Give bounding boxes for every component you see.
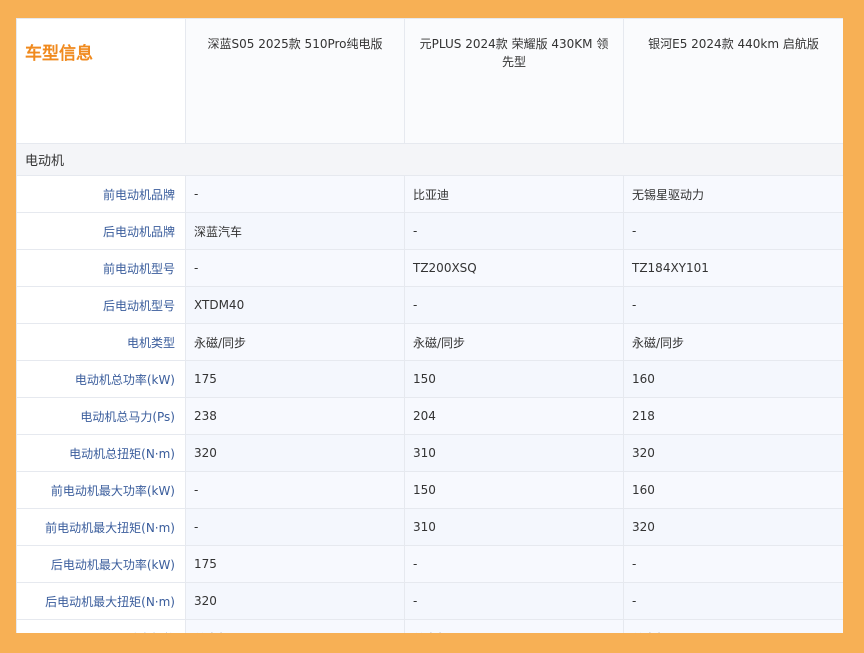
spec-value-car-2: 204 xyxy=(404,397,624,435)
spec-value-car-3: 无锡星驱动力 xyxy=(623,175,843,213)
spec-row: 后电动机最大功率(kW) 175- - xyxy=(16,545,843,583)
spec-value-car-2: - xyxy=(404,582,624,620)
spec-row: 前电动机品牌 - 比亚迪 无锡星驱动力 xyxy=(16,175,843,213)
spec-row: 后电动机最大扭矩(N·m) 320- - xyxy=(16,582,843,620)
spec-value-car-2: TZ200XSQ xyxy=(404,249,624,287)
spec-value-car-3: 320 xyxy=(623,434,843,472)
spec-row: 后电动机品牌 深蓝汽车 - - xyxy=(16,212,843,250)
spec-comparison-panel: 车型信息 深蓝S05 2025款 510Pro纯电版 元PLUS 2024款 荣… xyxy=(16,18,843,633)
spec-label: 后电动机最大扭矩(N·m) xyxy=(16,582,186,620)
spec-label: 电动机总扭矩(N·m) xyxy=(16,434,186,472)
header-row: 车型信息 深蓝S05 2025款 510Pro纯电版 元PLUS 2024款 荣… xyxy=(16,18,843,144)
spec-value-car-2: 永磁/同步 xyxy=(404,323,624,361)
spec-value-car-3: 单电机 xyxy=(623,619,843,633)
spec-row: 电动机总马力(Ps) 238 204 218 xyxy=(16,397,843,435)
section-header: 电动机 xyxy=(16,143,843,176)
spec-row: 电动机总扭矩(N·m) 320 310 320 xyxy=(16,434,843,472)
spec-value-car-1: 320 xyxy=(185,434,405,472)
spec-row: 前电动机最大功率(kW) -150 160 xyxy=(16,471,843,509)
spec-value-car-1: 320 xyxy=(185,582,405,620)
spec-label: 后电动机品牌 xyxy=(16,212,186,250)
spec-value-car-3: 永磁/同步 xyxy=(623,323,843,361)
spec-value-car-3: TZ184XY101 xyxy=(623,249,843,287)
spec-value-car-3: 160 xyxy=(623,471,843,509)
spec-row: 电机类型 永磁/同步 永磁/同步 永磁/同步 xyxy=(16,323,843,361)
spec-value-car-2: 310 xyxy=(404,508,624,546)
spec-value-car-1: 175 xyxy=(185,360,405,398)
spec-value-car-3: - xyxy=(623,582,843,620)
spec-label: 前电动机最大扭矩(N·m) xyxy=(16,508,186,546)
spec-label: 后电动机型号 xyxy=(16,286,186,324)
spec-value-car-2: 比亚迪 xyxy=(404,175,624,213)
spec-value-car-1: 永磁/同步 xyxy=(185,323,405,361)
spec-value-car-1: - xyxy=(185,471,405,509)
spec-value-car-3: 160 xyxy=(623,360,843,398)
spec-value-car-2: 150 xyxy=(404,360,624,398)
spec-label: 前电动机品牌 xyxy=(16,175,186,213)
spec-label: 前电动机型号 xyxy=(16,249,186,287)
spec-value-car-3: 218 xyxy=(623,397,843,435)
spec-value-car-2: - xyxy=(404,545,624,583)
section-title: 电动机 xyxy=(16,143,843,176)
spec-value-car-1: - xyxy=(185,249,405,287)
spec-value-car-3: - xyxy=(623,545,843,583)
spec-label: 前电动机最大功率(kW) xyxy=(16,471,186,509)
spec-value-car-2: 150 xyxy=(404,471,624,509)
spec-value-car-1: - xyxy=(185,508,405,546)
spec-row: 后电动机型号 XTDM40- - xyxy=(16,286,843,324)
spec-label: 后电动机最大功率(kW) xyxy=(16,545,186,583)
spec-label: 电动机总功率(kW) xyxy=(16,360,186,398)
spec-value-car-2: - xyxy=(404,286,624,324)
spec-row: 驱动电机数单电机单电机单电机 xyxy=(16,619,843,633)
spec-comparison-table: 车型信息 深蓝S05 2025款 510Pro纯电版 元PLUS 2024款 荣… xyxy=(16,18,843,633)
spec-value-car-1: 单电机 xyxy=(185,619,405,633)
spec-value-car-2: 310 xyxy=(404,434,624,472)
spec-value-car-1: XTDM40 xyxy=(185,286,405,324)
brand-title: 车型信息 xyxy=(16,18,186,144)
spec-value-car-1: 175 xyxy=(185,545,405,583)
spec-row: 电动机总功率(kW) 175 150 160 xyxy=(16,360,843,398)
spec-value-car-3: - xyxy=(623,286,843,324)
car-name-2[interactable]: 元PLUS 2024款 荣耀版 430KM 领先型 xyxy=(404,18,624,144)
spec-value-car-1: 深蓝汽车 xyxy=(185,212,405,250)
car-name-1[interactable]: 深蓝S05 2025款 510Pro纯电版 xyxy=(185,18,405,144)
spec-value-car-2: - xyxy=(404,212,624,250)
car-name-3[interactable]: 银河E5 2024款 440km 启航版 xyxy=(623,18,843,144)
spec-label: 驱动电机数 xyxy=(16,619,186,633)
spec-row: 前电动机型号 - TZ200XSQ TZ184XY101 xyxy=(16,249,843,287)
spec-value-car-2: 单电机 xyxy=(404,619,624,633)
spec-value-car-3: - xyxy=(623,212,843,250)
spec-value-car-1: 238 xyxy=(185,397,405,435)
spec-value-car-3: 320 xyxy=(623,508,843,546)
spec-label: 电动机总马力(Ps) xyxy=(16,397,186,435)
spec-value-car-1: - xyxy=(185,175,405,213)
spec-row: 前电动机最大扭矩(N·m) -310 320 xyxy=(16,508,843,546)
spec-label: 电机类型 xyxy=(16,323,186,361)
